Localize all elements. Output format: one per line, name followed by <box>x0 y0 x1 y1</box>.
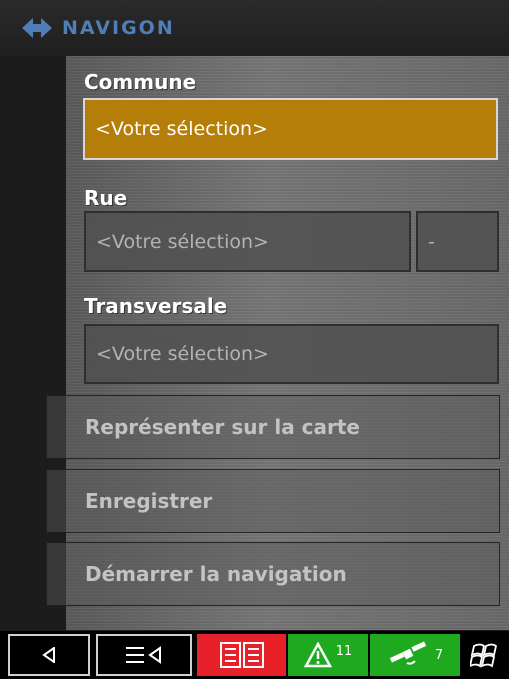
menu-button[interactable] <box>96 634 192 676</box>
rue-field[interactable]: <Votre sélection> <box>84 211 411 272</box>
rue-label: Rue <box>84 186 128 210</box>
navigon-arrows-icon <box>22 18 52 38</box>
warning-triangle-icon <box>303 642 332 668</box>
taskbar: 11 7 <box>0 631 509 679</box>
gps-satellite-count: 7 <box>434 647 444 663</box>
commune-label: Commune <box>84 70 197 94</box>
gps-button[interactable]: 7 <box>370 634 460 676</box>
satellite-icon <box>389 641 427 665</box>
transversale-field[interactable]: <Votre sélection> <box>84 324 499 384</box>
menu-list-icon <box>126 646 161 664</box>
house-number-field[interactable]: - <box>416 211 499 272</box>
book-button[interactable] <box>197 634 286 676</box>
windows-flag-icon <box>470 643 498 668</box>
start-navigation-button[interactable]: Démarrer la navigation <box>46 542 500 606</box>
tmc-count: 11 <box>335 643 353 659</box>
brand-name: NAVIGON <box>62 17 175 39</box>
tmc-button[interactable]: 11 <box>288 634 368 676</box>
book-icon <box>219 642 264 668</box>
transversale-label: Transversale <box>84 294 228 318</box>
show-on-map-button[interactable]: Représenter sur la carte <box>46 395 500 459</box>
back-arrow-icon <box>42 647 55 663</box>
save-button[interactable]: Enregistrer <box>46 469 500 533</box>
back-button[interactable] <box>8 634 90 676</box>
commune-field[interactable]: <Votre sélection> <box>83 98 498 160</box>
brand-logo: NAVIGON <box>22 14 175 42</box>
windows-start-button[interactable] <box>463 634 507 676</box>
title-bar: NAVIGON <box>0 0 509 56</box>
